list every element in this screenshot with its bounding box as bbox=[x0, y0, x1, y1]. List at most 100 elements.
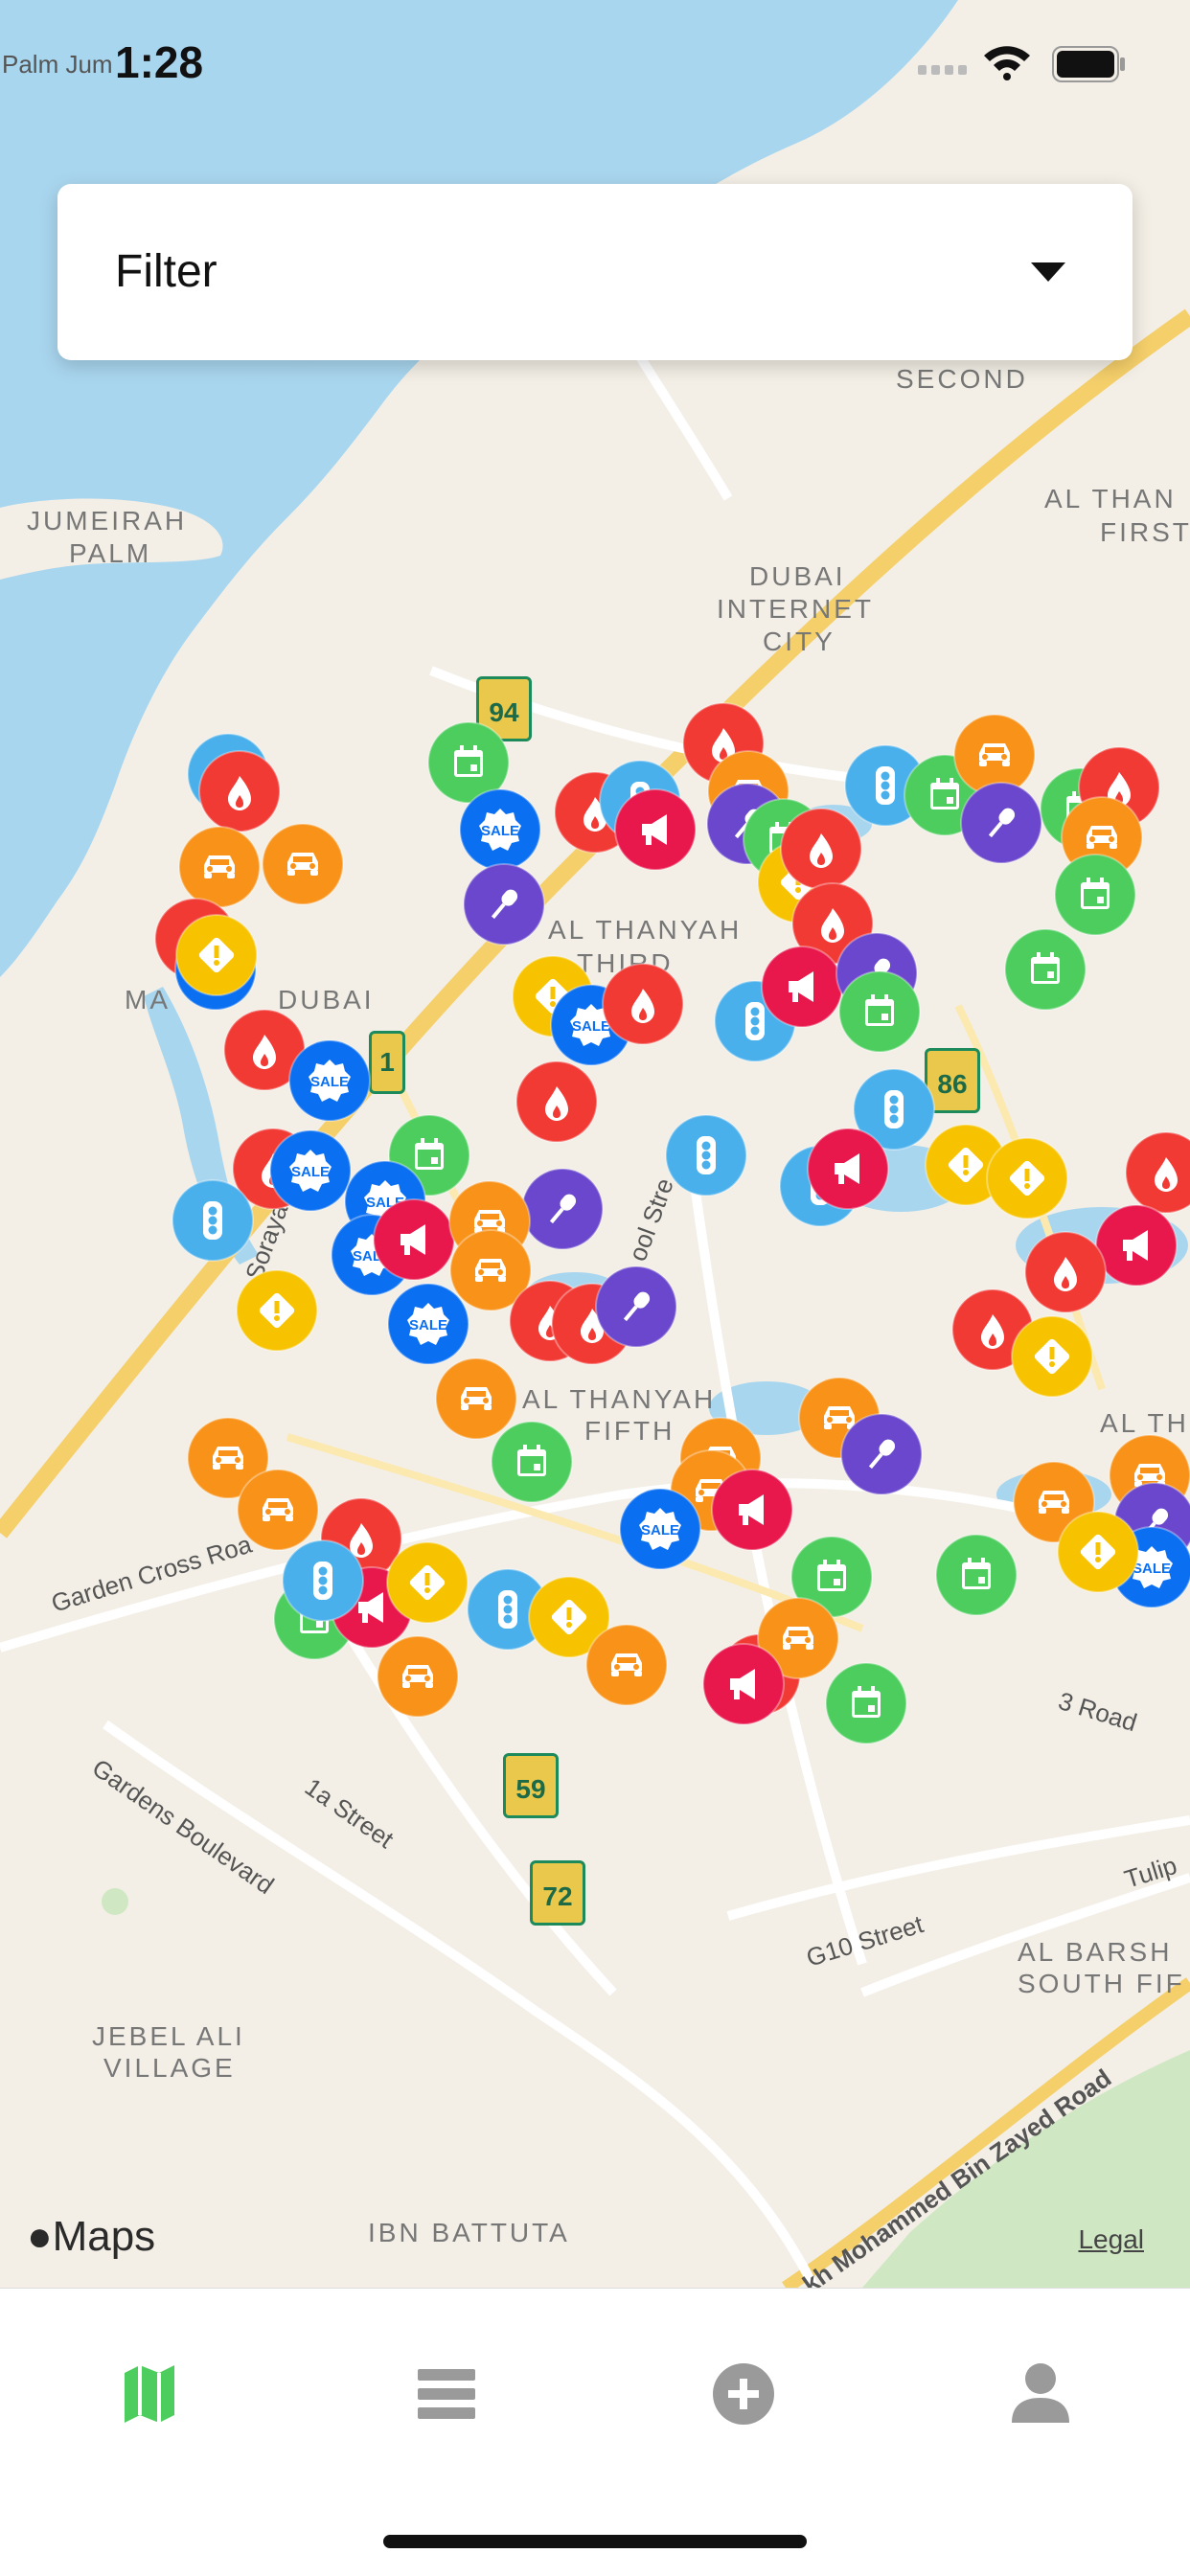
fire-marker[interactable] bbox=[601, 962, 685, 1046]
status-time: 1:28 bbox=[115, 37, 204, 87]
calendar-icon bbox=[491, 1421, 573, 1503]
status-bar: 1:28 bbox=[0, 0, 1190, 125]
warning-marker[interactable] bbox=[235, 1268, 319, 1353]
sale-marker[interactable]: SALE bbox=[618, 1487, 702, 1571]
microphone-icon bbox=[521, 1168, 604, 1250]
svg-text:SALE: SALE bbox=[481, 823, 519, 839]
megaphone-marker[interactable] bbox=[710, 1468, 794, 1552]
calendar-marker[interactable] bbox=[1003, 927, 1087, 1012]
fire-icon bbox=[198, 750, 281, 832]
calendar-marker[interactable] bbox=[824, 1661, 908, 1745]
calendar-icon bbox=[1004, 928, 1087, 1011]
fire-icon bbox=[602, 963, 684, 1045]
calendar-icon bbox=[1054, 854, 1136, 936]
sale-badge-icon: SALE bbox=[288, 1039, 371, 1122]
maps-attribution: Maps bbox=[52, 2213, 156, 2260]
person-icon bbox=[1012, 2363, 1069, 2423]
megaphone-marker[interactable] bbox=[701, 1642, 786, 1726]
warning-icon bbox=[986, 1137, 1068, 1220]
megaphone-icon bbox=[702, 1643, 785, 1725]
traffic-light-icon bbox=[282, 1539, 364, 1622]
calendar-marker[interactable] bbox=[837, 969, 922, 1054]
mic-marker[interactable] bbox=[594, 1265, 678, 1349]
fire-icon bbox=[1125, 1131, 1190, 1214]
calendar-icon bbox=[935, 1534, 1018, 1616]
microphone-icon bbox=[960, 782, 1042, 864]
cellular-signal-icon bbox=[918, 65, 967, 75]
warning-marker[interactable] bbox=[385, 1540, 469, 1625]
fire-icon bbox=[1024, 1231, 1107, 1313]
megaphone-icon bbox=[807, 1128, 889, 1210]
legal-link[interactable]: Legal bbox=[1078, 2224, 1144, 2255]
caret-down-icon bbox=[1031, 262, 1065, 282]
calendar-marker[interactable] bbox=[490, 1420, 574, 1504]
sale-badge-icon: SALE bbox=[269, 1129, 352, 1212]
car-icon bbox=[262, 823, 344, 905]
car-marker[interactable] bbox=[376, 1634, 460, 1719]
fire-marker[interactable] bbox=[1124, 1130, 1190, 1215]
megaphone-icon bbox=[711, 1469, 793, 1551]
sale-badge-icon: SALE bbox=[619, 1488, 701, 1570]
megaphone-marker[interactable] bbox=[760, 945, 844, 1029]
traffic-light-icon bbox=[172, 1179, 254, 1262]
car-marker[interactable] bbox=[261, 822, 345, 906]
car-icon bbox=[585, 1624, 668, 1706]
warning-icon bbox=[386, 1541, 469, 1624]
megaphone-icon bbox=[761, 946, 843, 1028]
warning-icon bbox=[1057, 1511, 1139, 1593]
traffic-marker[interactable] bbox=[664, 1113, 748, 1197]
sale-badge-icon: SALE bbox=[459, 788, 541, 871]
warning-icon bbox=[236, 1269, 318, 1352]
megaphone-marker[interactable] bbox=[372, 1197, 456, 1282]
traffic-light-icon bbox=[665, 1114, 747, 1197]
megaphone-marker[interactable] bbox=[613, 787, 698, 872]
add-circle-icon bbox=[713, 2363, 774, 2425]
microphone-icon bbox=[595, 1265, 677, 1348]
fire-marker[interactable] bbox=[197, 749, 282, 833]
mic-marker[interactable] bbox=[839, 1412, 924, 1496]
warning-marker[interactable] bbox=[985, 1136, 1069, 1220]
tab-bar bbox=[0, 2288, 1190, 2576]
calendar-icon bbox=[825, 1662, 907, 1744]
fire-marker[interactable] bbox=[1023, 1230, 1108, 1314]
filter-label: Filter bbox=[115, 246, 217, 297]
warning-icon bbox=[1011, 1315, 1093, 1398]
sale-marker[interactable]: SALE bbox=[458, 787, 542, 872]
tab-profile[interactable] bbox=[1002, 2356, 1079, 2432]
warning-marker[interactable] bbox=[1056, 1510, 1140, 1594]
mic-marker[interactable] bbox=[959, 781, 1043, 865]
apple-logo-icon: ● bbox=[27, 2213, 53, 2260]
svg-text:SALE: SALE bbox=[641, 1522, 679, 1539]
battery-icon bbox=[1052, 46, 1125, 82]
svg-text:SALE: SALE bbox=[291, 1164, 330, 1180]
tab-list[interactable] bbox=[408, 2356, 485, 2432]
sale-marker[interactable]: SALE bbox=[287, 1038, 372, 1123]
sale-marker[interactable]: SALE bbox=[268, 1128, 353, 1213]
mic-marker[interactable] bbox=[520, 1167, 605, 1251]
warning-marker[interactable] bbox=[1010, 1314, 1094, 1399]
map-icon bbox=[125, 2365, 174, 2423]
wifi-icon bbox=[984, 46, 1030, 80]
svg-text:SALE: SALE bbox=[409, 1317, 447, 1334]
svg-text:SALE: SALE bbox=[310, 1074, 349, 1090]
warning-marker[interactable] bbox=[174, 913, 259, 997]
megaphone-marker[interactable] bbox=[806, 1127, 890, 1211]
filter-dropdown[interactable]: Filter bbox=[57, 184, 1133, 360]
calendar-icon bbox=[838, 970, 921, 1053]
apple-maps-logo: ●Maps bbox=[27, 2213, 155, 2261]
calendar-marker[interactable] bbox=[1053, 853, 1137, 937]
tab-map[interactable] bbox=[111, 2356, 188, 2432]
warning-icon bbox=[175, 914, 258, 996]
microphone-icon bbox=[463, 863, 545, 946]
megaphone-icon bbox=[373, 1198, 455, 1281]
car-marker[interactable] bbox=[584, 1623, 669, 1707]
calendar-marker[interactable] bbox=[934, 1533, 1018, 1617]
megaphone-icon bbox=[614, 788, 697, 871]
traffic-marker[interactable] bbox=[171, 1178, 255, 1263]
mic-marker[interactable] bbox=[462, 862, 546, 946]
car-icon bbox=[377, 1635, 459, 1718]
traffic-marker[interactable] bbox=[281, 1539, 365, 1623]
tab-add[interactable] bbox=[705, 2356, 782, 2432]
fire-marker[interactable] bbox=[515, 1060, 599, 1144]
microphone-icon bbox=[840, 1413, 923, 1495]
